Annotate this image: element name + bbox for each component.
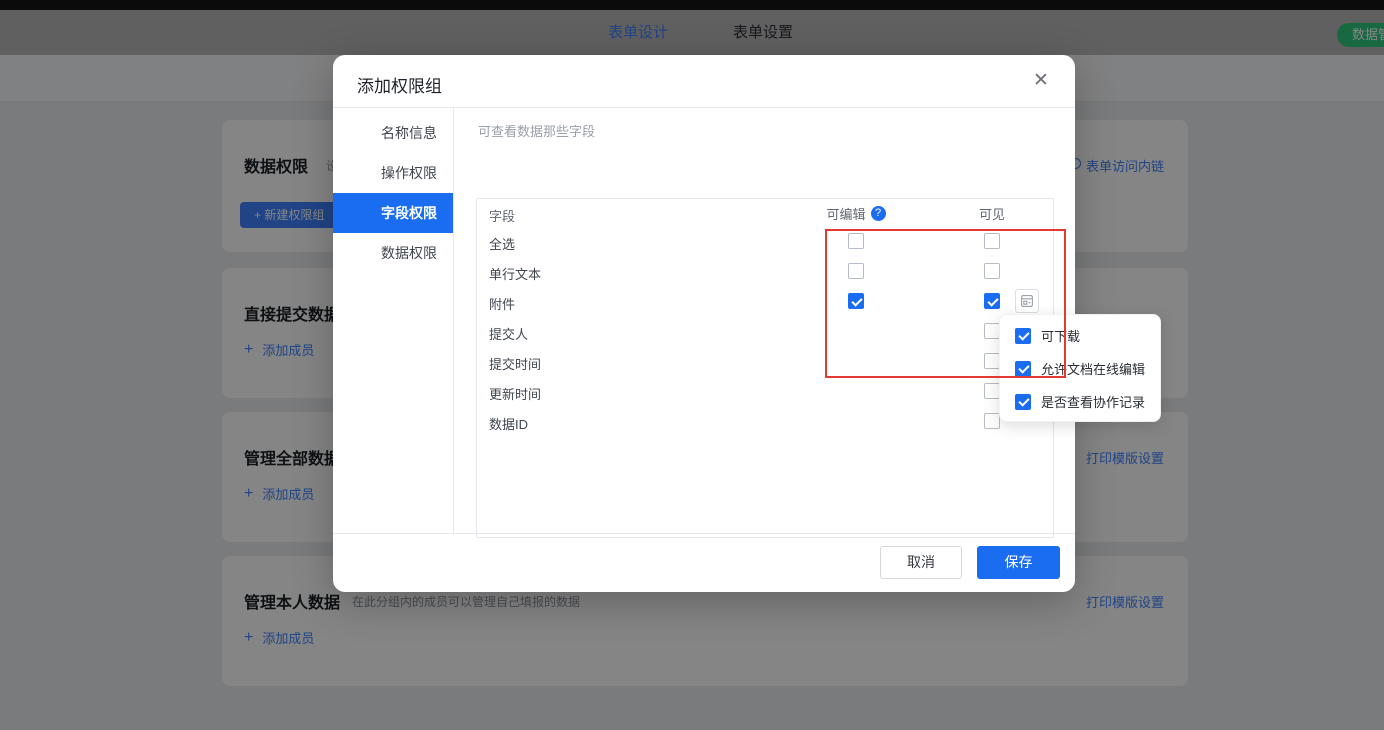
cancel-button[interactable]: 取消 (880, 546, 962, 579)
table-row-submit-time: 提交时间 (477, 346, 1053, 376)
dialog-content: 可查看数据那些字段 字段 可编辑 ? 可见 全选 (454, 108, 1075, 533)
popup-option-downloadable[interactable]: 可下载 (1000, 319, 1160, 352)
editable-checkbox[interactable] (848, 233, 864, 249)
row-label: 附件 (489, 294, 515, 313)
row-label: 提交时间 (489, 354, 541, 373)
row-label: 更新时间 (489, 384, 541, 403)
option-checkbox[interactable] (1015, 328, 1031, 344)
table-row-attachment: 附件 (477, 286, 1053, 316)
table-header: 字段 可编辑 ? 可见 (477, 199, 1053, 226)
visible-checkbox[interactable] (984, 413, 1000, 429)
page: 表单设计 表单设置 数据管理 数据权限 设 + 新建权限组 表单访问内链 直接提… (0, 0, 1384, 730)
dialog-body: 名称信息 操作权限 字段权限 数据权限 可查看数据那些字段 字段 可编辑 ? 可… (333, 108, 1075, 533)
table-row-update-time: 更新时间 (477, 376, 1053, 406)
dialog-sidebar: 名称信息 操作权限 字段权限 数据权限 (333, 108, 454, 533)
option-label: 可下载 (1041, 326, 1080, 345)
attachment-settings-icon (1020, 294, 1034, 308)
popup-option-collab-record[interactable]: 是否查看协作记录 (1000, 385, 1160, 418)
sidebar-item-operation-permission[interactable]: 操作权限 (333, 153, 453, 193)
editable-checkbox[interactable] (848, 293, 864, 309)
row-label: 数据ID (489, 414, 528, 433)
attachment-options-popup: 可下载 允许文档在线编辑 是否查看协作记录 (999, 314, 1161, 422)
column-header-field: 字段 (489, 206, 515, 225)
dialog-header: 添加权限组 ✕ (333, 55, 1075, 108)
visible-checkbox[interactable] (984, 353, 1000, 369)
sidebar-item-field-permission[interactable]: 字段权限 (333, 193, 453, 233)
column-header-editable-label: 可编辑 (826, 204, 865, 223)
table-row-select-all: 全选 (477, 226, 1053, 256)
save-button[interactable]: 保存 (977, 546, 1060, 579)
visible-checkbox[interactable] (984, 263, 1000, 279)
dialog-footer: 取消 保存 (333, 533, 1075, 591)
option-label: 是否查看协作记录 (1041, 392, 1145, 411)
table-row-submitter: 提交人 (477, 316, 1053, 346)
close-icon[interactable]: ✕ (1031, 71, 1051, 91)
attachment-settings-button[interactable] (1015, 289, 1039, 313)
option-checkbox[interactable] (1015, 361, 1031, 377)
editable-checkbox[interactable] (848, 263, 864, 279)
option-label: 允许文档在线编辑 (1041, 359, 1145, 378)
row-label: 全选 (489, 234, 515, 253)
help-icon[interactable]: ? (871, 206, 886, 221)
visible-checkbox[interactable] (984, 293, 1000, 309)
visible-checkbox[interactable] (984, 323, 1000, 339)
dialog-title: 添加权限组 (357, 72, 442, 97)
column-header-visible: 可见 (942, 204, 1042, 223)
popup-option-online-edit[interactable]: 允许文档在线编辑 (1000, 352, 1160, 385)
fields-section-label: 可查看数据那些字段 (478, 121, 595, 140)
sidebar-item-data-permission[interactable]: 数据权限 (333, 233, 453, 273)
visible-checkbox[interactable] (984, 383, 1000, 399)
row-label: 单行文本 (489, 264, 541, 283)
sidebar-item-name-info[interactable]: 名称信息 (333, 113, 453, 153)
table-row-single-line-text: 单行文本 (477, 256, 1053, 286)
field-permission-table: 字段 可编辑 ? 可见 全选 单行文本 (476, 198, 1054, 538)
add-permission-group-dialog: 添加权限组 ✕ 名称信息 操作权限 字段权限 数据权限 可查看数据那些字段 字段… (333, 55, 1075, 592)
option-checkbox[interactable] (1015, 394, 1031, 410)
table-row-data-id: 数据ID (477, 406, 1053, 436)
column-header-editable: 可编辑 ? (806, 204, 906, 223)
visible-checkbox[interactable] (984, 233, 1000, 249)
row-label: 提交人 (489, 324, 528, 343)
